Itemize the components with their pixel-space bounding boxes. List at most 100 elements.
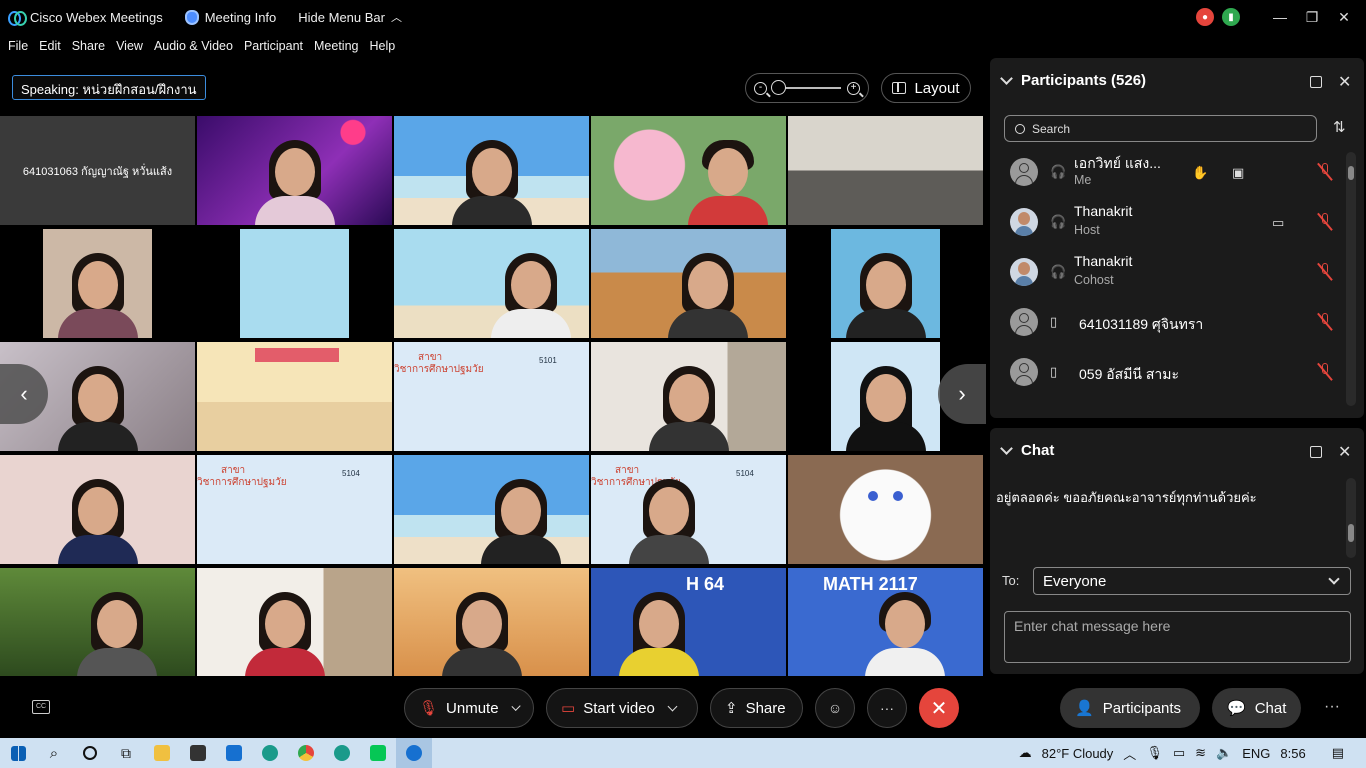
zoom-slider-knob[interactable] [771,80,786,95]
store-icon[interactable] [180,738,216,768]
reactions-button[interactable]: ☺ [815,688,855,728]
video-tile[interactable] [0,229,195,338]
zoom-out-icon[interactable]: - [754,81,767,95]
weather-icon[interactable]: ☁ [1019,745,1032,761]
menu-participant[interactable]: Participant [244,39,303,53]
video-tile[interactable] [0,568,195,677]
battery-icon[interactable]: ▭ [1173,745,1185,761]
windows-start-icon[interactable] [0,738,36,768]
mail-icon[interactable] [216,738,252,768]
zoom-control[interactable]: - + [745,73,869,103]
mic-muted-icon[interactable] [1317,213,1333,231]
menu-audio-video[interactable]: Audio & Video [154,39,233,53]
video-tile[interactable] [788,455,983,564]
participant-row[interactable]: 🎧 Thanakrit Host ▭ [1004,202,1344,248]
video-tile[interactable]: สาขา วิชาการศึกษาปฐมวัย 5104 [197,455,392,564]
menu-share[interactable]: Share [72,39,105,53]
volume-icon[interactable]: 🔈 [1216,745,1232,761]
chat-panel-header[interactable]: Chat [1000,442,1054,459]
webex-taskbar-icon[interactable] [396,738,432,768]
menu-help[interactable]: Help [369,39,395,53]
chrome-icon[interactable] [288,738,324,768]
video-tile[interactable] [394,455,589,564]
clock[interactable]: 8:56 [1280,746,1305,761]
task-view-icon[interactable]: ⧉ [108,738,144,768]
participant-search-input[interactable]: Search [1004,115,1317,142]
participants-scrollbar[interactable] [1346,152,1356,406]
video-tile[interactable]: สาขา วิชาการศึกษาปฐมวัย 5101 [394,342,589,451]
more-options-button[interactable]: ··· [867,688,907,728]
video-tile[interactable] [0,455,195,564]
participant-row[interactable]: ▯ 641031189 ศุจินทรา [1004,302,1344,348]
video-tile[interactable] [788,116,983,225]
wifi-icon[interactable]: ≋ [1195,745,1206,761]
video-tile[interactable] [197,229,392,338]
meeting-info-button[interactable]: Meeting Info [184,9,276,25]
video-tile[interactable] [591,229,786,338]
participants-panel-header[interactable]: Participants (526) [1000,72,1146,89]
minimize-button[interactable]: — [1264,9,1296,25]
chevron-down-icon[interactable] [1000,442,1013,455]
start-video-button[interactable]: ▭ Start video [546,688,698,728]
app-icon[interactable] [324,738,360,768]
search-icon[interactable]: ⌕ [36,738,72,768]
microphone-icon[interactable]: 🎙 [1146,745,1163,761]
mic-muted-icon[interactable] [1317,163,1333,181]
video-tile[interactable] [394,568,589,677]
video-tile[interactable] [591,116,786,225]
close-icon[interactable]: ✕ [1338,72,1351,92]
menu-edit[interactable]: Edit [39,39,61,53]
share-button[interactable]: ⇪ Share [710,688,803,728]
notification-icon[interactable]: ▤ [1332,745,1344,761]
video-tile[interactable]: 641031063 กัญญาณัฐ หวั่นแส้ง [0,116,195,225]
video-tile[interactable] [394,229,589,338]
close-icon[interactable]: ✕ [1338,442,1351,462]
close-window-button[interactable]: ✕ [1328,9,1360,26]
hide-menu-bar-button[interactable]: Hide Menu Bar ︿ [298,9,402,25]
menu-meeting[interactable]: Meeting [314,39,358,53]
chat-scrollbar[interactable] [1346,478,1356,558]
chevron-down-icon[interactable] [511,701,521,711]
participant-row[interactable]: 🎧 เอกวิทย์ แสง... Me ✋ ▣ [1004,152,1344,198]
closed-captions-icon[interactable]: CC [32,700,50,714]
mic-muted-icon[interactable] [1317,263,1333,281]
recording-icon[interactable]: ● [1196,8,1214,26]
participants-button[interactable]: 👤 Participants [1060,688,1200,728]
leave-meeting-button[interactable]: ✕ [919,688,959,728]
chat-recipient-select[interactable]: Everyone [1033,567,1351,595]
participant-row[interactable]: ▯ 059 อัสมีนี สามะ [1004,352,1344,398]
chevron-up-icon[interactable]: ︿ [1123,744,1136,763]
menu-file[interactable]: File [8,39,28,53]
layout-button[interactable]: Layout [881,73,971,103]
video-tile[interactable] [197,568,392,677]
file-explorer-icon[interactable] [144,738,180,768]
video-tile[interactable] [197,116,392,225]
popout-icon[interactable] [1310,76,1322,88]
menu-view[interactable]: View [116,39,143,53]
chat-message-input[interactable]: Enter chat message here [1004,611,1351,663]
chat-button[interactable]: 💬 Chat [1212,688,1301,728]
chevron-down-icon[interactable] [667,701,678,711]
weather-text[interactable]: 82°F Cloudy [1042,746,1114,761]
language-indicator[interactable]: ENG [1242,746,1270,761]
participant-row[interactable]: 🎧 Thanakrit Cohost [1004,252,1344,298]
video-tile[interactable] [197,342,392,451]
mic-muted-icon[interactable] [1317,363,1333,381]
popout-icon[interactable] [1310,446,1322,458]
more-icon[interactable]: ··· [1324,698,1340,716]
video-tile[interactable] [394,116,589,225]
video-tile[interactable]: MATH 2117 [788,568,983,677]
video-tile[interactable]: H 64 [591,568,786,677]
line-icon[interactable] [360,738,396,768]
zoom-in-icon[interactable]: + [847,81,860,95]
video-tile[interactable]: สาขา วิชาการศึกษาปฐมวัย 5104 [591,455,786,564]
mic-muted-icon[interactable] [1317,313,1333,331]
edge-icon[interactable] [252,738,288,768]
unmute-button[interactable]: 🎙 Unmute [404,688,534,728]
chevron-down-icon[interactable] [1000,72,1013,85]
video-tile[interactable] [591,342,786,451]
network-stats-icon[interactable]: ▮ [1222,8,1240,26]
sort-icon[interactable]: ⇅ [1333,118,1346,136]
restore-button[interactable]: ❐ [1296,9,1328,26]
cortana-icon[interactable] [72,738,108,768]
